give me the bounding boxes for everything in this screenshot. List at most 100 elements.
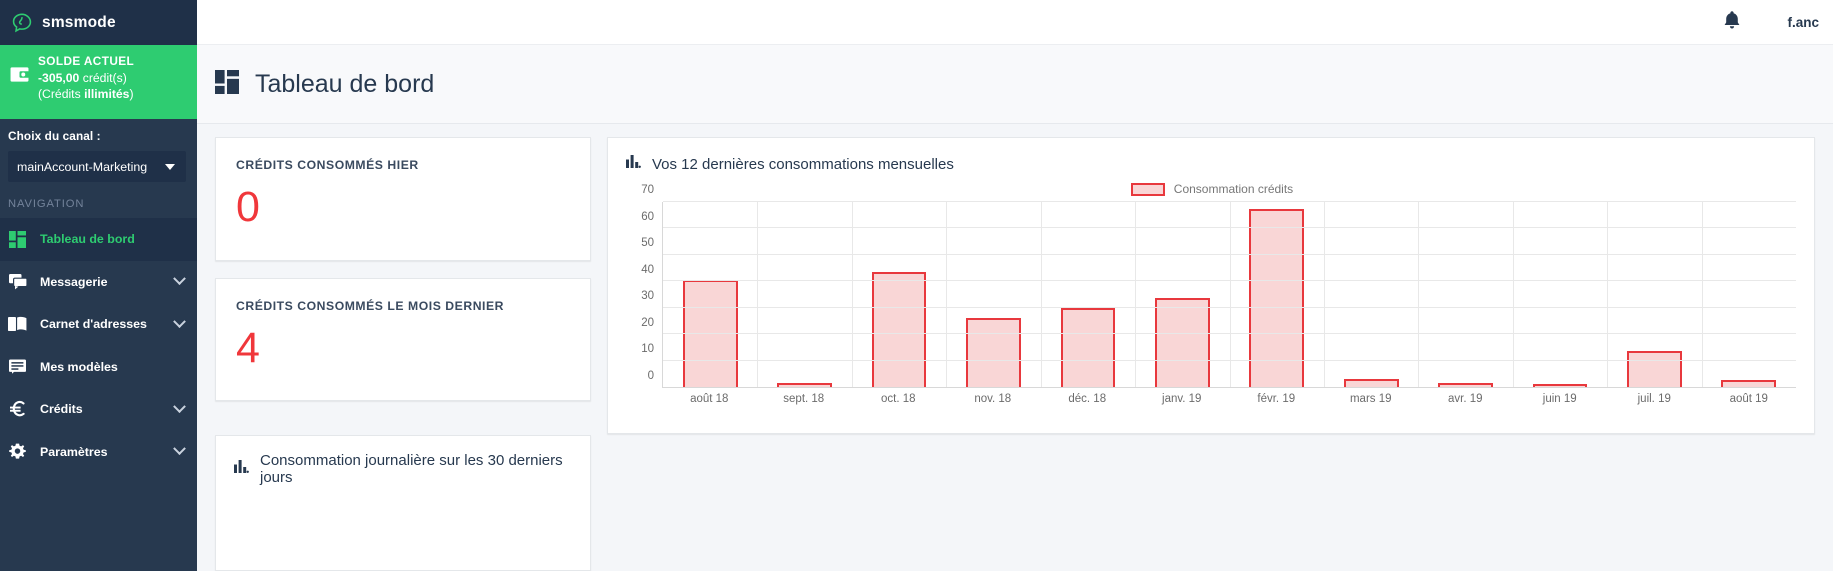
grid-line-vertical — [1701, 202, 1703, 387]
grid-line-vertical — [1323, 202, 1325, 387]
x-axis-tick-label: juil. 19 — [1637, 393, 1671, 405]
card-header: Consommation journalière sur les 30 dern… — [234, 452, 574, 486]
euro-icon — [8, 400, 27, 418]
nav-list: Tableau de bord Messagerie Carnet d'adre… — [0, 218, 197, 473]
y-axis-tick: 50 — [641, 237, 654, 250]
topbar: f.anc — [197, 0, 1833, 45]
sidebar-item-tableau-de-bord[interactable]: Tableau de bord — [0, 218, 197, 261]
sidebar-item-mes-modeles[interactable]: Mes modèles — [0, 346, 197, 389]
chat-bubbles-icon — [8, 273, 27, 290]
speech-bubble-logo-icon — [11, 12, 33, 34]
grid-line-vertical — [1135, 202, 1137, 387]
channel-select-value: mainAccount-Marketing — [17, 159, 148, 174]
balance-amount-unit: crédit(s) — [82, 70, 127, 85]
x-axis-tick-label: août 18 — [690, 393, 729, 405]
nav-section-heading: NAVIGATION — [8, 198, 85, 210]
y-axis-tick: 10 — [641, 343, 654, 356]
chart-bar[interactable] — [1154, 298, 1210, 387]
chart-bar[interactable] — [1438, 383, 1493, 387]
x-axis-labels: août 18 sept. 18 oct. 18 nov. 18 déc. 18 janv… — [662, 388, 1796, 410]
sidebar-item-label: Mes modèles — [40, 359, 118, 374]
chart-column: Vos 12 dernières consommations mensuelle… — [607, 137, 1833, 571]
app-root: smsmode SOLDE ACTUEL -305,00 crédit(s) (… — [0, 0, 1833, 571]
chevron-down-icon — [173, 442, 186, 456]
balance-amount: -305,00 crédit(s) — [38, 70, 134, 86]
chevron-down-icon — [173, 315, 186, 328]
y-axis-tick: 60 — [641, 210, 654, 223]
brand-header[interactable]: smsmode — [0, 0, 197, 45]
sidebar-item-credits[interactable]: Crédits — [0, 388, 197, 431]
bar-chart-icon — [626, 154, 641, 174]
stat-value: 4 — [236, 323, 260, 372]
sidebar-item-label: Paramètres — [40, 444, 108, 459]
grid-line-vertical — [946, 202, 948, 387]
chevron-down-icon — [173, 272, 186, 286]
x-axis-tick-label: juin 19 — [1542, 393, 1577, 405]
notification-bell-icon[interactable] — [1723, 10, 1741, 35]
chart-bar[interactable] — [966, 318, 1021, 387]
x-axis-tick-label: nov. 18 — [974, 393, 1012, 405]
grid-line-vertical — [1418, 202, 1420, 387]
x-axis-tick-label: janv. 19 — [1162, 393, 1202, 405]
grid-line-vertical — [1512, 202, 1514, 387]
monthly-consumption-card: Vos 12 dernières consommations mensuelle… — [607, 137, 1815, 434]
user-menu[interactable]: f.anc — [1787, 15, 1819, 30]
x-axis-tick-label: oct. 18 — [880, 393, 916, 405]
dashboard-grid-icon — [8, 230, 27, 248]
chart-bar[interactable] — [1627, 351, 1682, 387]
dashboard-content: CRÉDITS CONSOMMÉS HIER 0 CRÉDITS CONSOMM… — [197, 124, 1833, 571]
y-axis-tick: 0 — [647, 370, 654, 382]
channel-select[interactable]: mainAccount-Marketing — [8, 151, 186, 182]
balance-panel[interactable]: SOLDE ACTUEL -305,00 crédit(s) (Crédits … — [0, 45, 197, 119]
grid-line-vertical — [1040, 202, 1042, 387]
bar-chart-icon — [234, 459, 249, 479]
caret-down-icon — [165, 163, 175, 170]
wallet-icon — [10, 66, 30, 88]
chart-bar[interactable] — [777, 383, 832, 387]
stat-label: CRÉDITS CONSOMMÉS LE MOIS DERNIER — [236, 298, 505, 313]
sidebar-item-parametres[interactable]: Paramètres — [0, 431, 197, 474]
daily-consumption-card: Consommation journalière sur les 30 dern… — [215, 435, 591, 571]
chevron-down-icon — [173, 400, 186, 413]
main-area: f.anc Tableau de bord CRÉDITS CONSOMMÉS … — [197, 0, 1833, 571]
x-axis-tick-label: août 19 — [1729, 393, 1768, 405]
grid-line-vertical — [1229, 202, 1231, 387]
channel-selector-block: Choix du canal : mainAccount-Marketing — [0, 119, 197, 194]
chart-plot-area: 0 10 20 30 40 50 60 70 août 18 sept. 18 oct. 18 no… — [626, 184, 1798, 410]
sidebar-item-messagerie[interactable]: Messagerie — [0, 261, 197, 304]
address-book-icon — [8, 316, 27, 332]
sidebar-item-label: Tableau de bord — [40, 232, 135, 247]
sidebar-item-label: Crédits — [40, 402, 83, 417]
chart-bar[interactable] — [1343, 379, 1399, 387]
chart-bar[interactable] — [1532, 384, 1588, 387]
template-lines-icon — [8, 359, 27, 375]
chart-bar[interactable] — [1721, 380, 1777, 387]
chart-bar[interactable] — [871, 272, 927, 387]
page-title: Tableau de bord — [255, 69, 435, 98]
sidebar-item-label: Carnet d'adresses — [40, 317, 147, 332]
y-axis-tick: 40 — [641, 263, 654, 276]
grid-line-vertical — [1607, 202, 1609, 387]
y-axis-tick: 70 — [641, 184, 654, 196]
balance-amount-number: -305,00 — [38, 70, 80, 85]
channel-label: Choix du canal : — [8, 129, 101, 143]
legend-swatch — [1130, 182, 1165, 196]
grid-line-vertical — [851, 202, 853, 387]
brand-name: smsmode — [42, 13, 116, 31]
sidebar-item-carnet-d-adresses[interactable]: Carnet d'adresses — [0, 303, 197, 346]
chart-legend: Consommation crédits — [626, 178, 1798, 200]
card-title: Vos 12 dernières consommations mensuelle… — [652, 155, 954, 173]
chart-bar[interactable] — [1060, 307, 1116, 387]
grid-line-vertical — [757, 202, 759, 387]
dashboard-grid-icon — [215, 69, 239, 99]
sidebar-item-label: Messagerie — [40, 274, 108, 289]
y-axis-tick: 30 — [641, 290, 654, 303]
balance-subtext: (Crédits illimités) — [38, 86, 134, 102]
stat-card-credits-hier: CRÉDITS CONSOMMÉS HIER 0 — [215, 137, 591, 261]
x-axis-tick-label: févr. 19 — [1257, 393, 1296, 405]
sidebar: smsmode SOLDE ACTUEL -305,00 crédit(s) (… — [0, 0, 197, 571]
x-axis-tick-label: avr. 19 — [1447, 393, 1483, 405]
page-header: Tableau de bord — [197, 45, 1833, 124]
stat-value: 0 — [236, 183, 260, 231]
balance-sub-suffix: ) — [129, 86, 134, 101]
